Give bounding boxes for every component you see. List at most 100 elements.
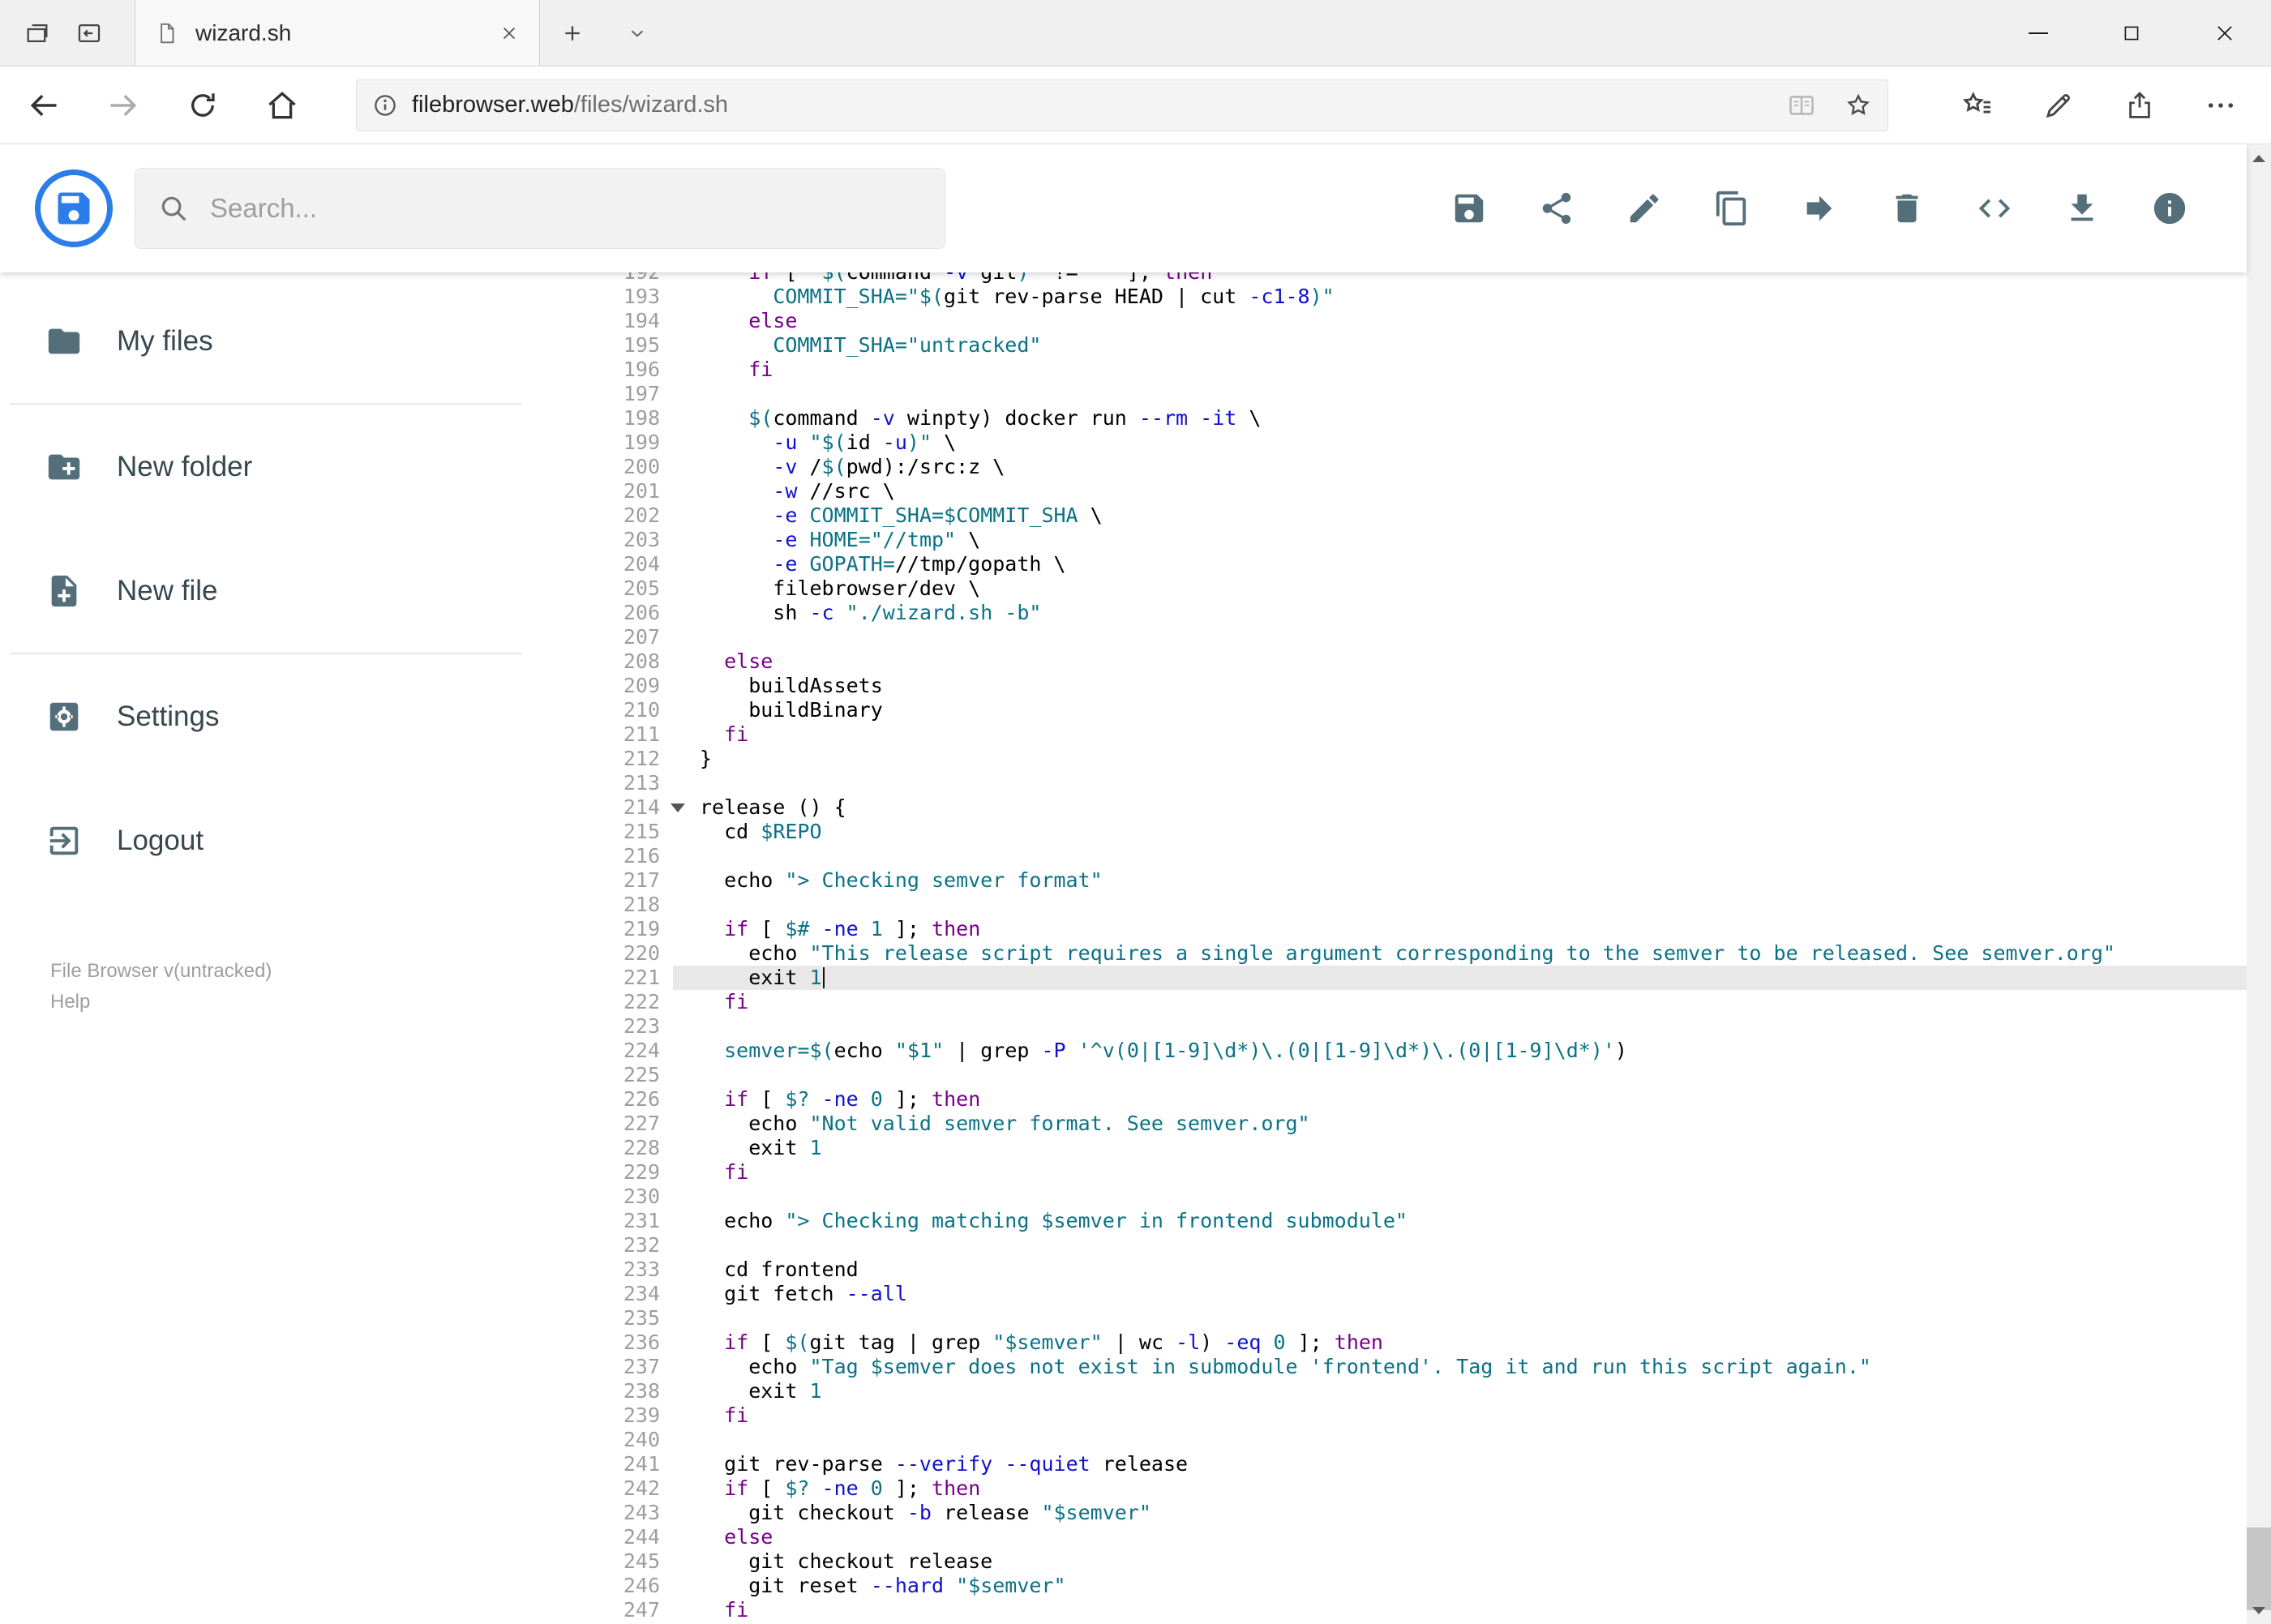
search-input[interactable]	[210, 193, 922, 224]
scroll-down-icon[interactable]	[2247, 1596, 2271, 1624]
scroll-up-icon[interactable]	[2247, 144, 2271, 172]
code-line[interactable]: 216	[608, 844, 2247, 868]
code-line[interactable]: 199 -u "$(id -u)" \	[608, 431, 2247, 455]
code-line[interactable]: 201 -w //src \	[608, 479, 2247, 503]
code-line[interactable]: 238 exit 1	[608, 1379, 2247, 1403]
code-editor[interactable]: 192 if [ "$(command -v git)" != "" ]; th…	[608, 272, 2247, 1624]
code-line[interactable]: 232	[608, 1233, 2247, 1258]
copy-icon[interactable]	[1713, 190, 1750, 227]
code-line[interactable]: 204 -e GOPATH=//tmp/gopath \	[608, 552, 2247, 576]
sidebar-item-new-file[interactable]: New file	[0, 529, 608, 653]
code-line[interactable]: 195 COMMIT_SHA="untracked"	[608, 333, 2247, 358]
code-line[interactable]: 219 if [ $# -ne 1 ]; then	[608, 917, 2247, 941]
forward-icon[interactable]	[84, 66, 163, 144]
code-line[interactable]: 235	[608, 1306, 2247, 1330]
code-line[interactable]: 208 else	[608, 649, 2247, 674]
sidebar-item-new-folder[interactable]: New folder	[0, 405, 608, 529]
rename-pencil-icon[interactable]	[1626, 190, 1663, 227]
code-line[interactable]: 239 fi	[608, 1403, 2247, 1428]
code-line[interactable]: 218	[608, 893, 2247, 917]
code-line[interactable]: 247 fi	[608, 1598, 2247, 1622]
code-line[interactable]: 220 echo "This release script requires a…	[608, 941, 2247, 966]
filebrowser-logo[interactable]	[35, 169, 113, 247]
share-nodes-icon[interactable]	[1538, 190, 1575, 227]
set-tabs-aside-icon[interactable]	[63, 0, 115, 66]
code-line[interactable]: 223	[608, 1014, 2247, 1039]
code-line[interactable]: 236 if [ $(git tag | grep "$semver" | wc…	[608, 1330, 2247, 1355]
code-line[interactable]: 234 git fetch --all	[608, 1282, 2247, 1306]
new-tab-icon[interactable]	[540, 0, 605, 66]
move-arrow-icon[interactable]	[1801, 190, 1838, 227]
reading-view-icon[interactable]	[1787, 91, 1816, 120]
minimize-button[interactable]	[1991, 0, 2085, 66]
code-line[interactable]: 215 cd $REPO	[608, 820, 2247, 844]
code-line[interactable]: 230	[608, 1185, 2247, 1209]
search-box[interactable]	[135, 168, 945, 249]
code-line[interactable]: 214 release () {	[608, 795, 2247, 820]
code-line[interactable]: 196 fi	[608, 358, 2247, 382]
address-bar[interactable]: filebrowser.web/files/wizard.sh	[356, 79, 1888, 131]
page-scrollbar[interactable]	[2247, 144, 2271, 1624]
info-icon[interactable]	[2151, 190, 2188, 227]
raw-code-icon[interactable]	[1976, 190, 2013, 227]
code-line[interactable]: 246 git reset --hard "$semver"	[608, 1574, 2247, 1598]
code-line[interactable]: 212}	[608, 747, 2247, 771]
save-icon[interactable]	[1450, 190, 1488, 227]
code-line[interactable]: 194 else	[608, 309, 2247, 333]
code-line[interactable]: 197	[608, 382, 2247, 406]
tabs-preview-icon[interactable]	[11, 0, 63, 66]
code-line[interactable]: 206 sh -c "./wizard.sh -b"	[608, 601, 2247, 625]
more-menu-icon[interactable]	[2180, 66, 2261, 144]
refresh-icon[interactable]	[163, 66, 242, 144]
download-icon[interactable]	[2063, 190, 2101, 227]
code-line[interactable]: 217 echo "> Checking semver format"	[608, 868, 2247, 893]
code-line[interactable]: 221 exit 1	[608, 966, 2247, 990]
help-link[interactable]: Help	[50, 987, 608, 1018]
code-line[interactable]: 242 if [ $? -ne 0 ]; then	[608, 1476, 2247, 1501]
code-line[interactable]: 243 git checkout -b release "$semver"	[608, 1501, 2247, 1525]
delete-trash-icon[interactable]	[1888, 190, 1926, 227]
sidebar-item-settings[interactable]: Settings	[0, 654, 608, 778]
fold-marker-icon[interactable]	[671, 803, 685, 812]
tab-list-chevron-icon[interactable]	[605, 0, 670, 66]
share-icon[interactable]	[2099, 66, 2180, 144]
code-line[interactable]: 233 cd frontend	[608, 1258, 2247, 1282]
code-line[interactable]: 202 -e COMMIT_SHA=$COMMIT_SHA \	[608, 503, 2247, 528]
site-info-icon[interactable]	[371, 92, 399, 119]
maximize-button[interactable]	[2085, 0, 2178, 66]
sidebar-item-logout[interactable]: Logout	[0, 778, 608, 902]
code-line[interactable]: 200 -v /$(pwd):/src:z \	[608, 455, 2247, 479]
code-line[interactable]: 213	[608, 771, 2247, 795]
code-line[interactable]: 237 echo "Tag $semver does not exist in …	[608, 1355, 2247, 1379]
code-line[interactable]: 224 semver=$(echo "$1" | grep -P '^v(0|[…	[608, 1039, 2247, 1063]
code-line[interactable]: 222 fi	[608, 990, 2247, 1014]
code-line[interactable]: 211 fi	[608, 722, 2247, 747]
code-line[interactable]: 241 git rev-parse --verify --quiet relea…	[608, 1452, 2247, 1476]
code-line[interactable]: 240	[608, 1428, 2247, 1452]
code-line[interactable]: 193 COMMIT_SHA="$(git rev-parse HEAD | c…	[608, 285, 2247, 309]
code-line[interactable]: 192 if [ "$(command -v git)" != "" ]; th…	[608, 272, 2247, 285]
code-line[interactable]: 226 if [ $? -ne 0 ]; then	[608, 1087, 2247, 1112]
home-icon[interactable]	[242, 66, 322, 144]
code-line[interactable]: 198 $(command -v winpty) docker run --rm…	[608, 406, 2247, 431]
code-line[interactable]: 228 exit 1	[608, 1136, 2247, 1160]
back-icon[interactable]	[4, 66, 84, 144]
hub-favorites-icon[interactable]	[1937, 66, 2018, 144]
close-button[interactable]	[2178, 0, 2271, 66]
code-line[interactable]: 244 else	[608, 1525, 2247, 1549]
code-line[interactable]: 205 filebrowser/dev \	[608, 576, 2247, 601]
code-line[interactable]: 229 fi	[608, 1160, 2247, 1185]
annotate-pen-icon[interactable]	[2018, 66, 2099, 144]
code-line[interactable]: 209 buildAssets	[608, 674, 2247, 698]
code-line[interactable]: 225	[608, 1063, 2247, 1087]
code-line[interactable]: 203 -e HOME="//tmp" \	[608, 528, 2247, 552]
code-line[interactable]: 245 git checkout release	[608, 1549, 2247, 1574]
add-favorite-star-icon[interactable]	[1844, 91, 1873, 120]
sidebar-item-my-files[interactable]: My files	[0, 279, 608, 403]
code-line[interactable]: 207	[608, 625, 2247, 649]
active-tab[interactable]: wizard.sh	[135, 0, 540, 66]
code-line[interactable]: 210 buildBinary	[608, 698, 2247, 722]
code-line[interactable]: 227 echo "Not valid semver format. See s…	[608, 1112, 2247, 1136]
code-line[interactable]: 231 echo "> Checking matching $semver in…	[608, 1209, 2247, 1233]
tab-close-icon[interactable]	[499, 23, 520, 44]
